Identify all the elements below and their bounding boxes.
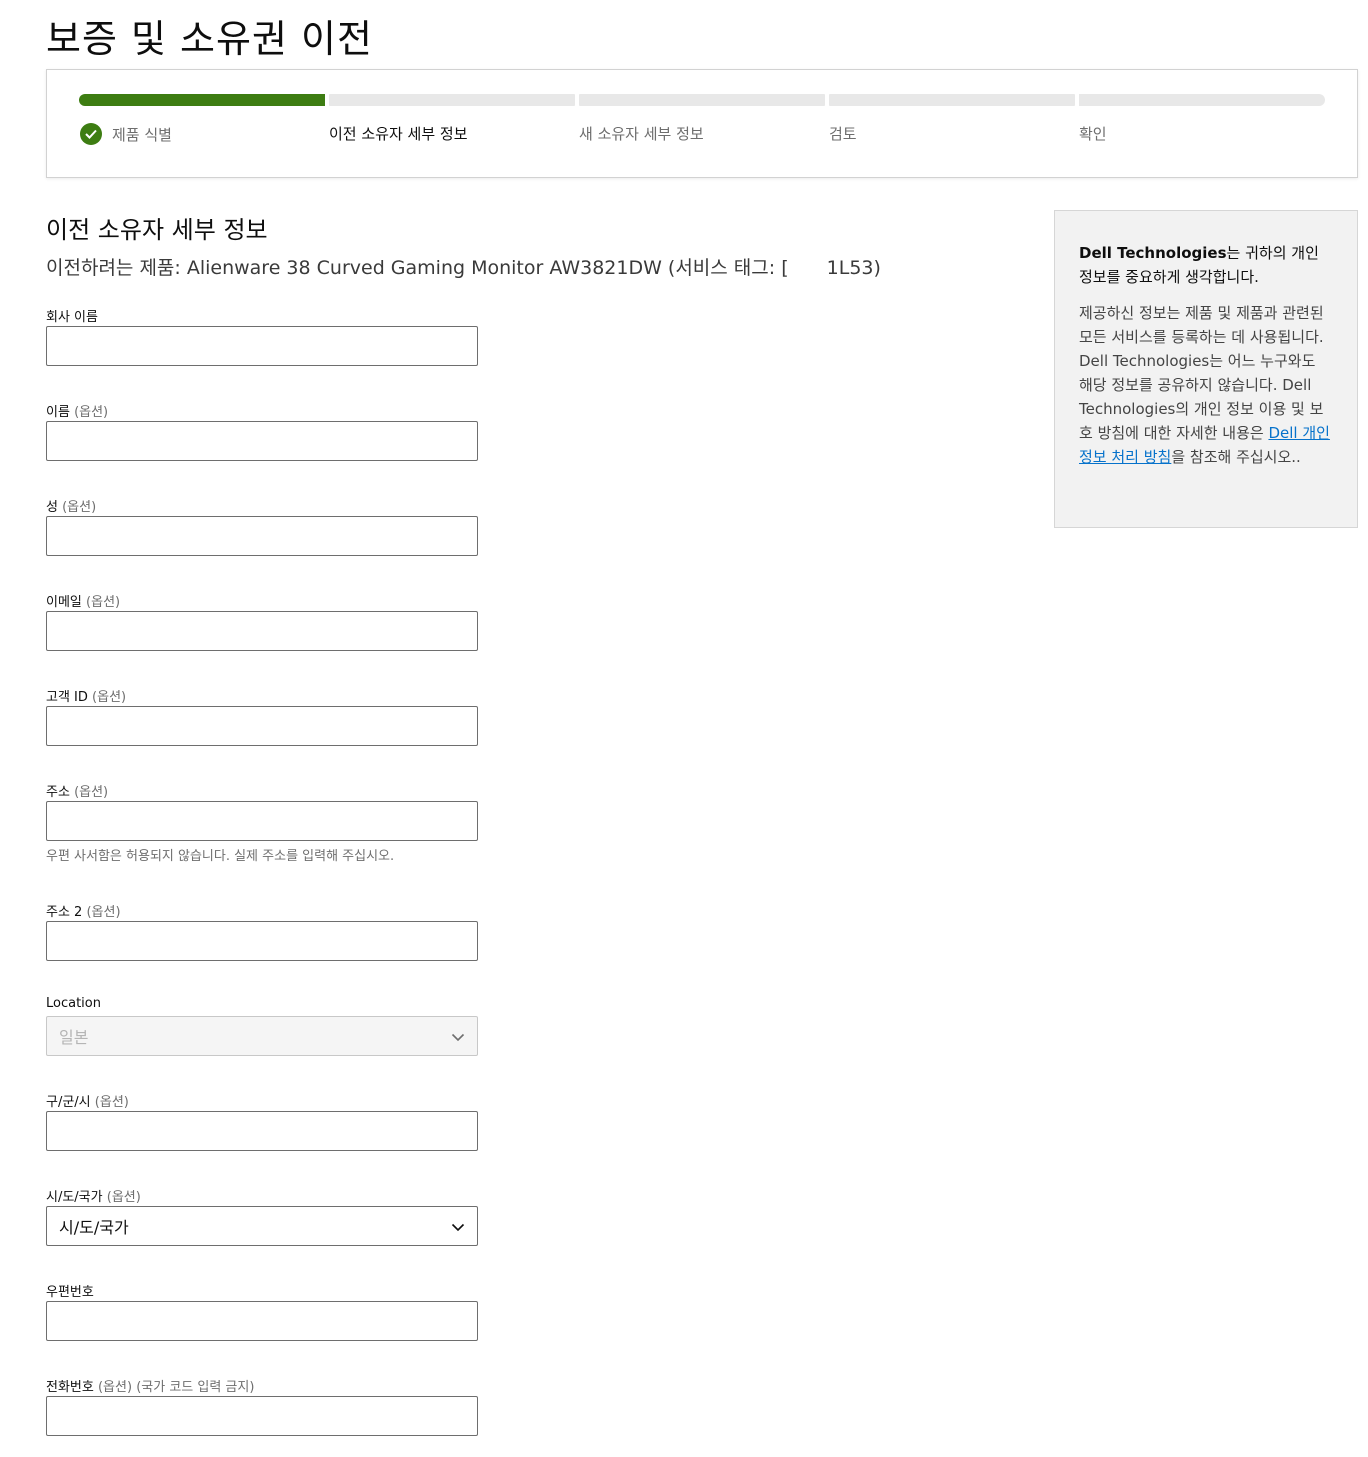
step-identify-product: 제품 식별 [79, 94, 325, 145]
customer-id-field: 고객 ID (옵션) [46, 686, 478, 746]
field-label: 회사 이름 [46, 310, 98, 325]
step-new-owner: 새 소유자 세부 정보 [579, 94, 825, 144]
privacy-notice: Dell Technologies는 귀하의 개인 정보를 중요하게 생각합니다… [1054, 210, 1358, 528]
product-description: 이전하려는 제품: Alienware 38 Curved Gaming Mon… [46, 253, 881, 280]
state-selected-value: 시/도/국가 [59, 1218, 129, 1237]
step-progress-bar [79, 94, 325, 106]
first-name-field: 이름 (옵션) [46, 401, 478, 461]
field-label: 전화번호 (옵션) (국가 코드 입력 금지) [46, 1380, 255, 1395]
step-progress-bar [329, 94, 575, 106]
address2-input[interactable] [46, 921, 478, 961]
postal-code-input[interactable] [46, 1301, 478, 1341]
field-label: 주소 2 (옵션) [46, 905, 121, 920]
progress-stepper: 제품 식별 이전 소유자 세부 정보 새 소유자 세부 정보 검토 확인 [46, 69, 1358, 178]
postal-code-field: 우편번호 [46, 1281, 478, 1341]
step-progress-bar [579, 94, 825, 106]
email-field: 이메일 (옵션) [46, 591, 478, 651]
step-progress-bar [1079, 94, 1325, 106]
step-label-wrap: 이전 소유자 세부 정보 [329, 123, 575, 144]
privacy-heading: Dell Technologies는 귀하의 개인 정보를 중요하게 생각합니다… [1079, 244, 1319, 286]
field-label: 성 (옵션) [46, 500, 97, 515]
phone-field: 전화번호 (옵션) (국가 코드 입력 금지) [46, 1376, 478, 1436]
step-label: 검토 [829, 125, 857, 143]
product-text: 이전하려는 제품: Alienware 38 Curved Gaming Mon… [46, 257, 782, 279]
field-label: 우편번호 [46, 1285, 94, 1300]
state-select[interactable]: 시/도/국가 [46, 1206, 478, 1246]
step-label: 새 소유자 세부 정보 [579, 125, 704, 143]
location-field: Location 일본 [46, 996, 478, 1056]
field-label: 이메일 (옵션) [46, 595, 121, 610]
last-name-field: 성 (옵션) [46, 496, 478, 556]
step-label-wrap: 새 소유자 세부 정보 [579, 123, 825, 144]
last-name-input[interactable] [46, 516, 478, 556]
step-label-wrap: 확인 [1079, 123, 1325, 144]
city-field: 구/군/시 (옵션) [46, 1091, 478, 1151]
field-label: 주소 (옵션) [46, 785, 109, 800]
company-name-input[interactable] [46, 326, 478, 366]
page-title: 보증 및 소유권 이전 [46, 17, 373, 61]
chevron-down-icon [451, 1033, 465, 1042]
step-progress-bar [829, 94, 1075, 106]
check-circle-icon [80, 123, 102, 145]
email-input[interactable] [46, 611, 478, 651]
city-input[interactable] [46, 1111, 478, 1151]
privacy-body: 제공하신 정보는 제품 및 제품과 관련된 모든 서비스를 등록하는 데 사용됩… [1079, 304, 1330, 466]
section-title: 이전 소유자 세부 정보 [46, 216, 268, 244]
address-input[interactable] [46, 801, 478, 841]
step-confirm: 확인 [1079, 94, 1325, 144]
location-select: 일본 [46, 1016, 478, 1056]
location-selected-value: 일본 [59, 1028, 89, 1047]
service-tag-partial: [ [781, 257, 789, 279]
step-label: 제품 식별 [112, 125, 172, 144]
service-tag-end: 1L53) [826, 257, 881, 279]
field-label: 시/도/국가 (옵션) [46, 1190, 141, 1205]
address-helper-text: 우편 사서함은 허용되지 않습니다. 실제 주소를 입력해 주십시오. [46, 849, 395, 864]
address2-field: 주소 2 (옵션) [46, 901, 478, 961]
step-label: 확인 [1079, 125, 1107, 143]
step-label-wrap: 제품 식별 [79, 123, 325, 145]
customer-id-input[interactable] [46, 706, 478, 746]
field-label: 이름 (옵션) [46, 405, 109, 420]
field-label: Location [46, 996, 101, 1011]
step-review: 검토 [829, 94, 1075, 144]
company-name-field: 회사 이름 [46, 306, 478, 366]
page: 보증 및 소유권 이전 제품 식별 이전 소유자 세부 정보 새 소유자 세부 … [0, 0, 1368, 1457]
step-previous-owner: 이전 소유자 세부 정보 [329, 94, 575, 144]
field-label: 구/군/시 (옵션) [46, 1095, 129, 1110]
state-field: 시/도/국가 (옵션) 시/도/국가 [46, 1186, 478, 1246]
address-field: 주소 (옵션) 우편 사서함은 허용되지 않습니다. 실제 주소를 입력해 주십… [46, 781, 478, 864]
phone-input[interactable] [46, 1396, 478, 1436]
step-label-wrap: 검토 [829, 123, 1075, 144]
step-label: 이전 소유자 세부 정보 [329, 125, 468, 143]
field-label: 고객 ID (옵션) [46, 690, 127, 705]
chevron-down-icon [451, 1223, 465, 1232]
first-name-input[interactable] [46, 421, 478, 461]
